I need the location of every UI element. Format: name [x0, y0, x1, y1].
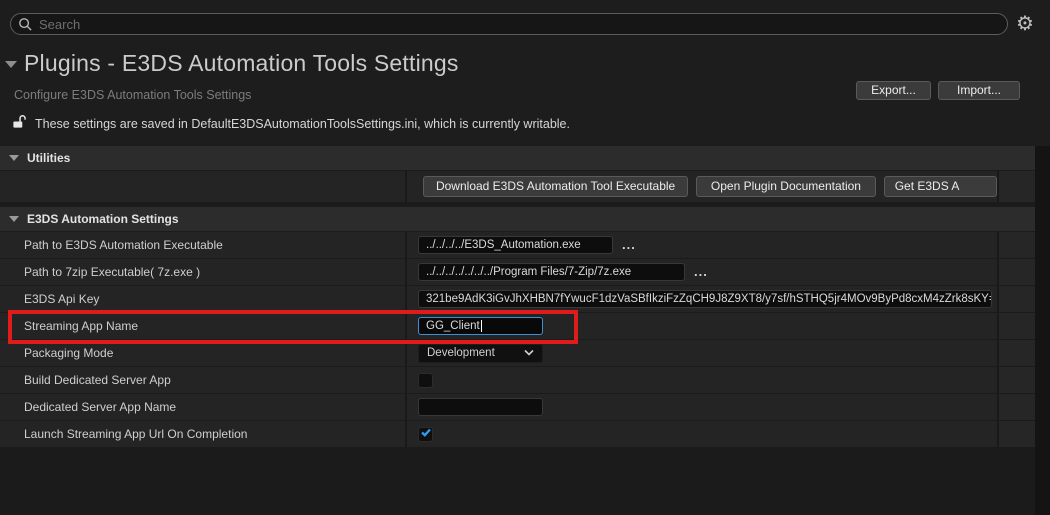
api-key-text: 321be9AdK3iGvJhXHBN7fYwucF1dzVaSBfIkziFz…: [426, 293, 992, 305]
settings-window: ⚙ Plugins - E3DS Automation Tools Settin…: [0, 0, 1050, 515]
setting-row-streaming-app-name: Streaming App Name GG_Client: [0, 313, 1035, 339]
chevron-down-icon: [524, 347, 534, 359]
section-title: E3DS Automation Settings: [27, 212, 179, 226]
search-icon: [18, 17, 33, 32]
7zip-executable-path-input[interactable]: ../../../../../../../Program Files/7-Zip…: [418, 263, 685, 281]
row-gutter: [999, 394, 1035, 420]
settings-rows: Path to E3DS Automation Executable ../..…: [0, 232, 1035, 447]
setting-label: Launch Streaming App Url On Completion: [0, 421, 405, 447]
setting-row-build-dedicated-server: Build Dedicated Server App: [0, 367, 1035, 393]
section-header-e3ds-automation-settings[interactable]: E3DS Automation Settings: [0, 207, 1035, 231]
launch-streaming-url-checkbox[interactable]: [418, 427, 433, 442]
setting-row-api-key: E3DS Api Key 321be9AdK3iGvJhXHBN7fYwucF1…: [0, 286, 1035, 312]
page-subtitle: Configure E3DS Automation Tools Settings: [14, 88, 251, 102]
setting-value-cell: [407, 421, 997, 447]
import-button[interactable]: Import...: [938, 81, 1020, 100]
row-gutter: [999, 340, 1035, 366]
setting-label: Streaming App Name: [0, 313, 405, 339]
streaming-app-name-text: GG_Client: [426, 320, 480, 332]
open-plugin-documentation-button[interactable]: Open Plugin Documentation: [696, 176, 875, 197]
setting-value-cell: GG_Client: [407, 313, 997, 339]
row-gutter: [999, 259, 1035, 285]
config-file-note-text: These settings are saved in DefaultE3DSA…: [35, 117, 570, 131]
row-gutter: [999, 171, 1035, 202]
download-automation-tool-button[interactable]: Download E3DS Automation Tool Executable: [423, 176, 688, 197]
section-collapse-icon[interactable]: [9, 155, 19, 161]
setting-label: Packaging Mode: [0, 340, 405, 366]
row-gutter: [999, 367, 1035, 393]
section-header-utilities[interactable]: Utilities: [0, 146, 1035, 170]
row-gutter: [999, 421, 1035, 447]
streaming-app-name-input[interactable]: GG_Client: [418, 317, 543, 335]
settings-panel: Utilities Download E3DS Automation Tool …: [0, 146, 1035, 515]
search-bar[interactable]: [10, 13, 1008, 35]
dedicated-server-name-input[interactable]: [418, 398, 543, 416]
setting-label: Dedicated Server App Name: [0, 394, 405, 420]
get-e3ds-api-key-button[interactable]: Get E3DS A: [884, 176, 997, 197]
dropdown-selected-value: Development: [427, 347, 495, 359]
panel-right-margin: [1035, 146, 1050, 515]
utilities-buttons-row: Download E3DS Automation Tool Executable…: [0, 171, 1035, 202]
empty-label-cell: [0, 171, 405, 202]
setting-label: E3DS Api Key: [0, 286, 405, 312]
search-input[interactable]: [33, 17, 1007, 32]
setting-row-launch-streaming-url: Launch Streaming App Url On Completion: [0, 421, 1035, 447]
setting-label: Path to E3DS Automation Executable: [0, 232, 405, 258]
packaging-mode-dropdown[interactable]: Development: [418, 344, 543, 363]
setting-value-cell: [407, 394, 997, 420]
setting-value-cell: ../../../../E3DS_Automation.exe ...: [407, 232, 997, 258]
browse-ellipsis-button[interactable]: ...: [622, 240, 636, 250]
unlocked-padlock-icon: [12, 114, 26, 134]
setting-label: Path to 7zip Executable( 7z.exe ): [0, 259, 405, 285]
api-key-input[interactable]: 321be9AdK3iGvJhXHBN7fYwucF1dzVaSBfIkziFz…: [418, 290, 992, 308]
checkmark-icon: [420, 425, 432, 443]
row-gutter: [999, 286, 1035, 312]
setting-row-automation-executable: Path to E3DS Automation Executable ../..…: [0, 232, 1035, 258]
setting-row-packaging-mode: Packaging Mode Development: [0, 340, 1035, 366]
setting-row-dedicated-server-name: Dedicated Server App Name: [0, 394, 1035, 420]
section-collapse-icon[interactable]: [9, 216, 19, 222]
setting-label: Build Dedicated Server App: [0, 367, 405, 393]
path-text: ../../../../../../../Program Files/7-Zip…: [426, 266, 631, 278]
setting-value-cell: Development: [407, 340, 997, 366]
export-button[interactable]: Export...: [856, 81, 931, 100]
config-file-note: These settings are saved in DefaultE3DSA…: [12, 115, 570, 133]
setting-value-cell: ../../../../../../../Program Files/7-Zip…: [407, 259, 997, 285]
setting-value-cell: [407, 367, 997, 393]
collapse-arrow-icon[interactable]: [5, 61, 17, 68]
setting-row-7zip-executable: Path to 7zip Executable( 7z.exe ) ../../…: [0, 259, 1035, 285]
text-cursor: [481, 320, 482, 332]
row-gutter: [999, 232, 1035, 258]
page-title: Plugins - E3DS Automation Tools Settings: [24, 50, 459, 77]
gear-icon[interactable]: ⚙: [1013, 11, 1037, 37]
path-text: ../../../../E3DS_Automation.exe: [426, 239, 581, 251]
automation-executable-path-input[interactable]: ../../../../E3DS_Automation.exe: [418, 236, 613, 254]
section-title: Utilities: [27, 151, 70, 165]
setting-value-cell: 321be9AdK3iGvJhXHBN7fYwucF1dzVaSBfIkziFz…: [407, 286, 997, 312]
browse-ellipsis-button[interactable]: ...: [694, 267, 708, 277]
build-dedicated-server-checkbox[interactable]: [418, 373, 433, 388]
utilities-buttons-cell: Download E3DS Automation Tool Executable…: [407, 171, 997, 202]
row-gutter: [999, 313, 1035, 339]
